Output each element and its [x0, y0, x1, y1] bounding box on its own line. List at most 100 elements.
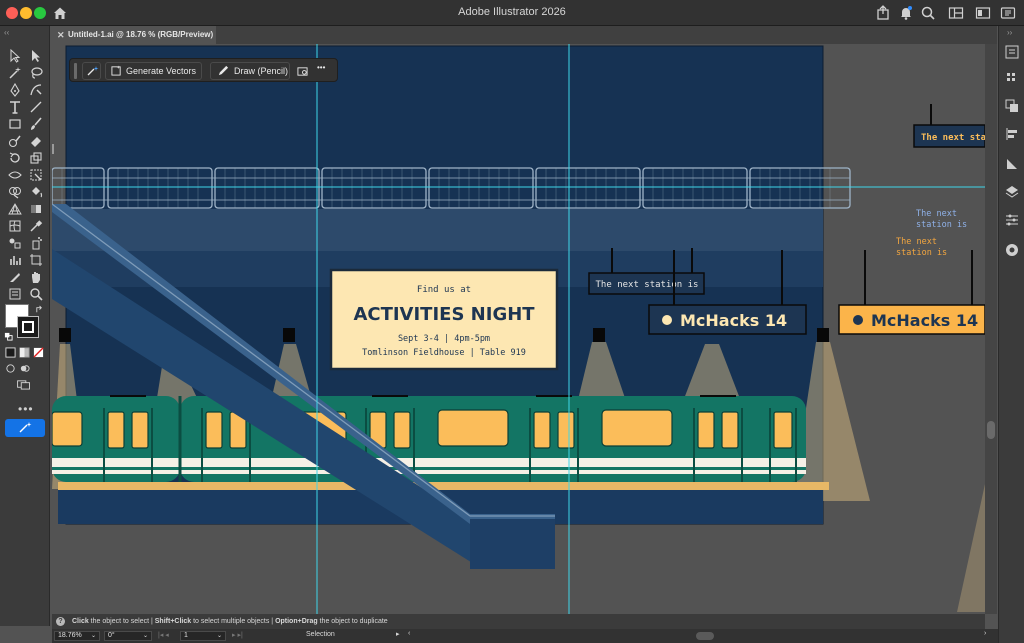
selection-tool-icon[interactable]: [8, 49, 22, 63]
tab-close-button[interactable]: ✕: [57, 26, 65, 44]
home-icon[interactable]: [52, 5, 68, 21]
perspective-grid-tool-icon[interactable]: [8, 202, 22, 216]
more-options-button[interactable]: •••: [317, 63, 325, 72]
image-trace-icon[interactable]: [297, 66, 308, 77]
artboard-nav-next-last[interactable]: ▸ ▸|: [232, 631, 243, 639]
magic-wand-tool-icon[interactable]: [8, 66, 22, 80]
canvas[interactable]: Find us at ACTIVITIES NIGHT Sept 3-4 | 4…: [52, 44, 985, 614]
live-paint-bucket-tool-icon[interactable]: [29, 185, 43, 199]
notifications-bell-icon[interactable]: [898, 5, 914, 21]
color-mode-icon[interactable]: [5, 347, 16, 358]
screen-mode-icon[interactable]: [16, 379, 32, 390]
width-tool-icon[interactable]: [8, 168, 22, 182]
stroke-color-swatch[interactable]: [17, 316, 39, 338]
artboard-nav-first-prev[interactable]: |◂ ◂: [158, 631, 169, 639]
lamp: [59, 328, 71, 342]
artboard-number-field[interactable]: 1 ⌄: [180, 631, 226, 641]
offboard-next-sta-text: The next sta: [921, 133, 985, 143]
vertical-scroll-thumb[interactable]: [987, 421, 995, 439]
type-tool-icon[interactable]: [8, 100, 22, 114]
draw-normal-icon[interactable]: [5, 363, 16, 374]
draw-pencil-button[interactable]: Draw (Pencil): [210, 62, 290, 80]
rotation-field[interactable]: 0° ⌄: [104, 631, 152, 641]
direct-selection-tool-icon[interactable]: [29, 49, 43, 63]
properties-panel-icon[interactable]: [1004, 44, 1020, 60]
vertical-scrollbar[interactable]: [985, 44, 997, 614]
offboard-sign-next-station: The next sta: [913, 104, 985, 148]
scale-tool-icon[interactable]: [29, 151, 43, 165]
line-segment-tool-icon[interactable]: [29, 100, 43, 114]
loose-text-orange-1: The next: [896, 237, 937, 247]
transform-panel-icon[interactable]: [1004, 98, 1020, 114]
share-icon[interactable]: [875, 5, 891, 21]
libraries-panel-icon[interactable]: [1004, 70, 1020, 86]
maximize-window-button[interactable]: [34, 7, 46, 19]
appearance-panel-icon[interactable]: [1004, 212, 1020, 228]
lamp: [283, 328, 295, 342]
pathfinder-panel-icon[interactable]: [1004, 156, 1020, 172]
mesh-tool-icon[interactable]: [8, 219, 22, 233]
generative-tools-button[interactable]: [82, 62, 101, 80]
train-door-window: [107, 411, 125, 449]
edit-toolbar-icon[interactable]: [8, 287, 22, 301]
slice-tool-icon[interactable]: [8, 270, 22, 284]
arrange-documents-icon[interactable]: [975, 5, 991, 21]
generate-vectors-label: Generate Vectors: [126, 66, 197, 76]
gradient-tool-icon[interactable]: [29, 202, 43, 216]
curvature-tool-icon[interactable]: [29, 83, 43, 97]
loose-text-blue-2: station is: [916, 220, 967, 230]
lasso-tool-icon[interactable]: [29, 66, 43, 80]
default-fill-stroke-icon[interactable]: [4, 332, 13, 341]
panel-toggle-icon[interactable]: [1000, 5, 1016, 21]
minimize-window-button[interactable]: [20, 7, 32, 19]
gradient-mode-icon[interactable]: [19, 347, 30, 358]
rotate-tool-icon[interactable]: [8, 151, 22, 165]
free-transform-tool-icon[interactable]: [29, 168, 43, 182]
scroll-right-arrow[interactable]: ›: [984, 630, 986, 637]
shaper-tool-icon[interactable]: [8, 134, 22, 148]
lamp: [593, 328, 605, 342]
expand-panels-button[interactable]: ››: [1007, 28, 1012, 37]
generative-panel-icon[interactable]: [1004, 242, 1020, 258]
artboard-tool-icon[interactable]: [29, 253, 43, 267]
help-icon[interactable]: ?: [56, 617, 65, 626]
poster-line3: Tomlinson Fieldhouse | Table 919: [362, 348, 526, 358]
more-tools-button[interactable]: •••: [18, 402, 34, 416]
contextual-task-bar[interactable]: Generate Vectors Draw (Pencil) •••: [69, 58, 338, 82]
train-window: [601, 409, 673, 447]
align-panel-icon[interactable]: [1004, 126, 1020, 142]
collapse-panel-button[interactable]: ‹‹: [4, 28, 9, 37]
paintbrush-tool-icon[interactable]: [29, 117, 43, 131]
zoom-level-field[interactable]: 18.76% ⌄: [54, 631, 100, 641]
artwork[interactable]: Find us at ACTIVITIES NIGHT Sept 3-4 | 4…: [52, 44, 985, 614]
tools-panel: ‹‹ •••: [0, 26, 50, 626]
pen-tool-icon[interactable]: [8, 83, 22, 97]
taskbar-drag-handle[interactable]: [74, 63, 77, 79]
document-tab-bar: ✕ Untitled-1.ai @ 18.76 % (RGB/Preview): [52, 26, 997, 44]
generative-recolor-button[interactable]: [5, 419, 45, 437]
swap-fill-stroke-icon[interactable]: [35, 305, 44, 314]
status-menu-arrow[interactable]: ▸: [396, 630, 400, 638]
offboard-sign-mchacks: McHacks 14: [838, 250, 985, 335]
none-mode-icon[interactable]: [33, 347, 44, 358]
horizontal-scroll-thumb[interactable]: [696, 632, 714, 640]
sign-mchacks-text: McHacks 14: [680, 311, 787, 330]
close-window-button[interactable]: [6, 7, 18, 19]
shape-builder-tool-icon[interactable]: [8, 185, 22, 199]
layers-panel-icon[interactable]: [1004, 184, 1020, 200]
draw-behind-icon[interactable]: [19, 363, 30, 374]
scroll-left-arrow[interactable]: ‹: [408, 630, 410, 637]
column-graph-tool-icon[interactable]: [8, 253, 22, 267]
eyedropper-tool-icon[interactable]: [29, 219, 43, 233]
document-tab[interactable]: ✕ Untitled-1.ai @ 18.76 % (RGB/Preview): [52, 26, 216, 44]
generate-vectors-button[interactable]: Generate Vectors: [105, 62, 202, 80]
hand-tool-icon[interactable]: [29, 270, 43, 284]
hint-text: to select multiple objects |: [191, 618, 276, 625]
zoom-tool-icon[interactable]: [29, 287, 43, 301]
workspace-layout-icon[interactable]: [948, 5, 964, 21]
eraser-tool-icon[interactable]: [29, 134, 43, 148]
blend-tool-icon[interactable]: [8, 236, 22, 250]
rectangle-tool-icon[interactable]: [8, 117, 22, 131]
symbol-sprayer-tool-icon[interactable]: [29, 236, 43, 250]
search-icon[interactable]: [920, 5, 936, 21]
